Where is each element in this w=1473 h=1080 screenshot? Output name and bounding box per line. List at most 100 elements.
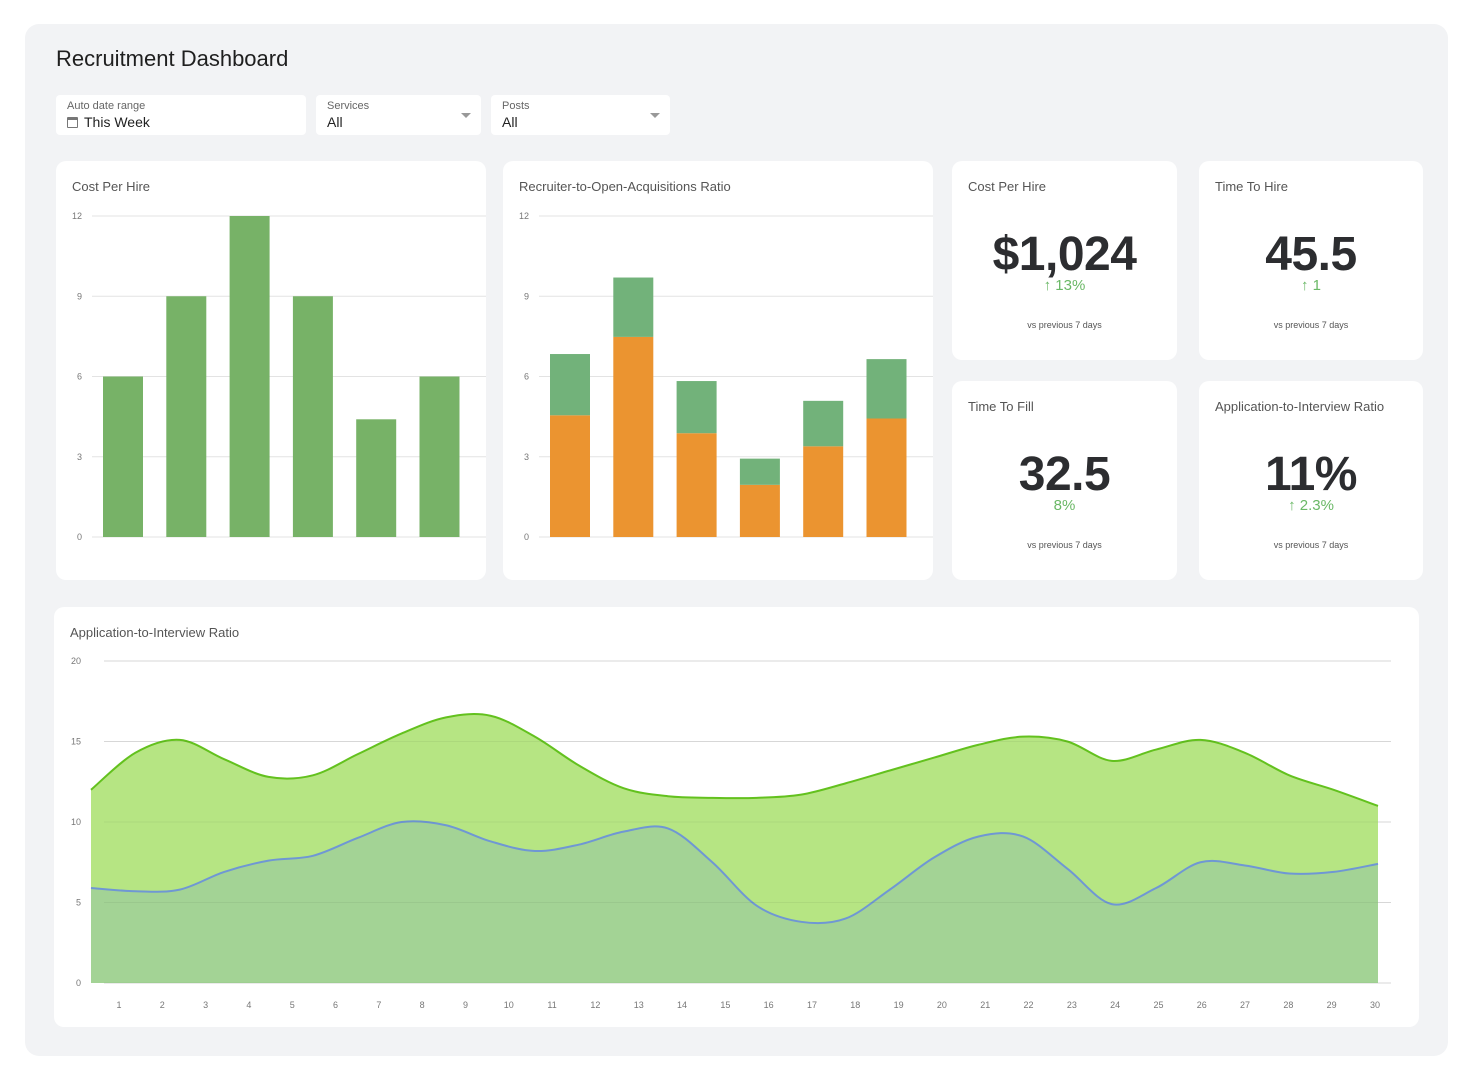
bar	[419, 376, 460, 537]
recruiter-ratio-stacked-bar-chart: 0 3 6 9 12	[519, 211, 933, 542]
kpi-footnote: vs previous 7 days	[1027, 540, 1102, 550]
y-tick-label: 3	[524, 452, 529, 462]
x-tick-label: 25	[1153, 1000, 1163, 1010]
y-tick-label: 0	[77, 532, 82, 542]
kpi-delta: ↑ 13%	[1043, 277, 1086, 294]
kpi-card-application-interview-ratio: Application-to-Interview Ratio 11% ↑ 2.3…	[1199, 381, 1423, 580]
kpi-value: 11%	[1265, 448, 1357, 501]
services-dropdown[interactable]: Services All	[316, 95, 481, 135]
y-tick-label: 12	[72, 211, 82, 221]
date-range-value: This Week	[84, 114, 150, 130]
x-tick-label: 15	[720, 1000, 730, 1010]
services-value: All	[327, 114, 343, 130]
y-tick-label: 10	[71, 817, 81, 827]
x-tick-label: 22	[1024, 1000, 1034, 1010]
x-tick-label: 19	[894, 1000, 904, 1010]
x-tick-label: 20	[937, 1000, 947, 1010]
application-interview-area-chart-card: Application-to-Interview Ratio 0 5 10 15 20 1…	[54, 607, 1419, 1027]
x-tick-label: 11	[547, 1000, 556, 1010]
kpi-card-time-to-fill: Time To Fill 32.5 8% vs previous 7 days	[952, 381, 1177, 580]
posts-value: All	[502, 114, 518, 130]
y-tick-label: 9	[77, 291, 82, 301]
bar-segment-open-acquisitions	[550, 354, 590, 416]
x-tick-label: 26	[1197, 1000, 1207, 1010]
y-tick-label: 6	[524, 372, 529, 382]
x-tick-label: 16	[764, 1000, 774, 1010]
x-tick-label: 8	[420, 1000, 425, 1010]
x-tick-label: 1	[116, 1000, 121, 1010]
y-tick-label: 15	[71, 737, 81, 747]
x-tick-label: 29	[1327, 1000, 1337, 1010]
kpi-footnote: vs previous 7 days	[1027, 320, 1102, 330]
calendar-icon	[67, 116, 78, 128]
bar	[356, 419, 397, 537]
kpi-card-cost-per-hire: Cost Per Hire $1,024 ↑ 13% vs previous 7…	[952, 161, 1177, 360]
x-tick-label: 23	[1067, 1000, 1077, 1010]
bar-segment-recruiters	[613, 336, 654, 537]
x-tick-label: 5	[290, 1000, 295, 1010]
y-tick-label: 0	[524, 532, 529, 542]
posts-label: Posts	[502, 100, 530, 112]
y-tick-label: 20	[71, 656, 81, 666]
kpi-card-time-to-hire: Time To Hire 45.5 ↑ 1 vs previous 7 days	[1199, 161, 1423, 360]
date-range-filter[interactable]: Auto date range This Week	[56, 95, 306, 135]
bar-segment-open-acquisitions	[613, 277, 654, 337]
kpi-delta: 8%	[1053, 497, 1076, 514]
x-tick-label: 18	[850, 1000, 860, 1010]
chevron-down-icon	[461, 113, 471, 118]
x-tick-label: 17	[807, 1000, 817, 1010]
bar-segment-recruiters	[739, 484, 780, 537]
posts-dropdown[interactable]: Posts All	[491, 95, 670, 135]
bar-segment-open-acquisitions	[803, 400, 844, 447]
x-tick-label: 9	[463, 1000, 468, 1010]
y-tick-label: 3	[77, 452, 82, 462]
x-tick-label: 27	[1240, 1000, 1250, 1010]
bar-segment-open-acquisitions	[866, 359, 907, 419]
bar	[103, 376, 143, 537]
x-tick-label: 28	[1283, 1000, 1293, 1010]
y-tick-label: 5	[76, 898, 81, 908]
page-title: Recruitment Dashboard	[56, 46, 289, 71]
bar-segment-open-acquisitions	[739, 458, 780, 485]
y-tick-label: 9	[524, 291, 529, 301]
chevron-down-icon	[650, 113, 660, 118]
x-tick-label: 4	[246, 1000, 251, 1010]
bar-segment-recruiters	[866, 418, 907, 537]
application-interview-area-chart: 051015201 2 3 4 5 6 7 8 9 10 11 12 13 14 15 16 17 18 19 20 2…	[71, 656, 1391, 1010]
x-tick-label: 3	[203, 1000, 208, 1010]
kpi-delta: ↑ 2.3%	[1288, 497, 1334, 514]
x-tick-label: 6	[333, 1000, 338, 1010]
kpi-title: Cost Per Hire	[968, 179, 1047, 194]
y-tick-label: 6	[77, 372, 82, 382]
x-tick-label: 12	[590, 1000, 600, 1010]
kpi-delta: ↑ 1	[1300, 277, 1321, 294]
x-tick-label: 14	[677, 1000, 687, 1010]
kpi-value: $1,024	[992, 228, 1137, 281]
x-tick-label: 2	[160, 1000, 165, 1010]
bar-segment-recruiters	[803, 446, 844, 537]
x-tick-label: 13	[634, 1000, 644, 1010]
bar-segment-recruiters	[676, 433, 717, 537]
y-tick-label: 0	[76, 978, 81, 988]
kpi-title: Time To Hire	[1215, 179, 1288, 194]
x-tick-label: 30	[1370, 1000, 1380, 1010]
kpi-value: 45.5	[1265, 228, 1357, 281]
bar	[229, 216, 270, 537]
recruiter-ratio-chart-card: Recruiter-to-Open-Acquisitions Ratio 036…	[503, 161, 933, 580]
bar-segment-open-acquisitions	[676, 381, 717, 434]
kpi-title: Time To Fill	[968, 399, 1034, 414]
x-tick-label: 7	[376, 1000, 381, 1010]
kpi-footnote: vs previous 7 days	[1273, 540, 1349, 550]
kpi-value: 32.5	[1018, 448, 1111, 501]
bar	[292, 296, 333, 537]
x-tick-label: 10	[504, 1000, 514, 1010]
bar-segment-recruiters	[550, 415, 590, 537]
cost-per-hire-chart-card: Cost Per Hire 0 3 6 9 12	[56, 161, 486, 580]
services-label: Services	[327, 100, 370, 112]
x-tick-label: 21	[980, 1000, 990, 1010]
date-range-label: Auto date range	[67, 100, 146, 112]
bar	[166, 296, 207, 537]
y-tick-label: 12	[519, 211, 529, 221]
kpi-footnote: vs previous 7 days	[1273, 320, 1349, 330]
x-tick-label: 24	[1110, 1000, 1120, 1010]
